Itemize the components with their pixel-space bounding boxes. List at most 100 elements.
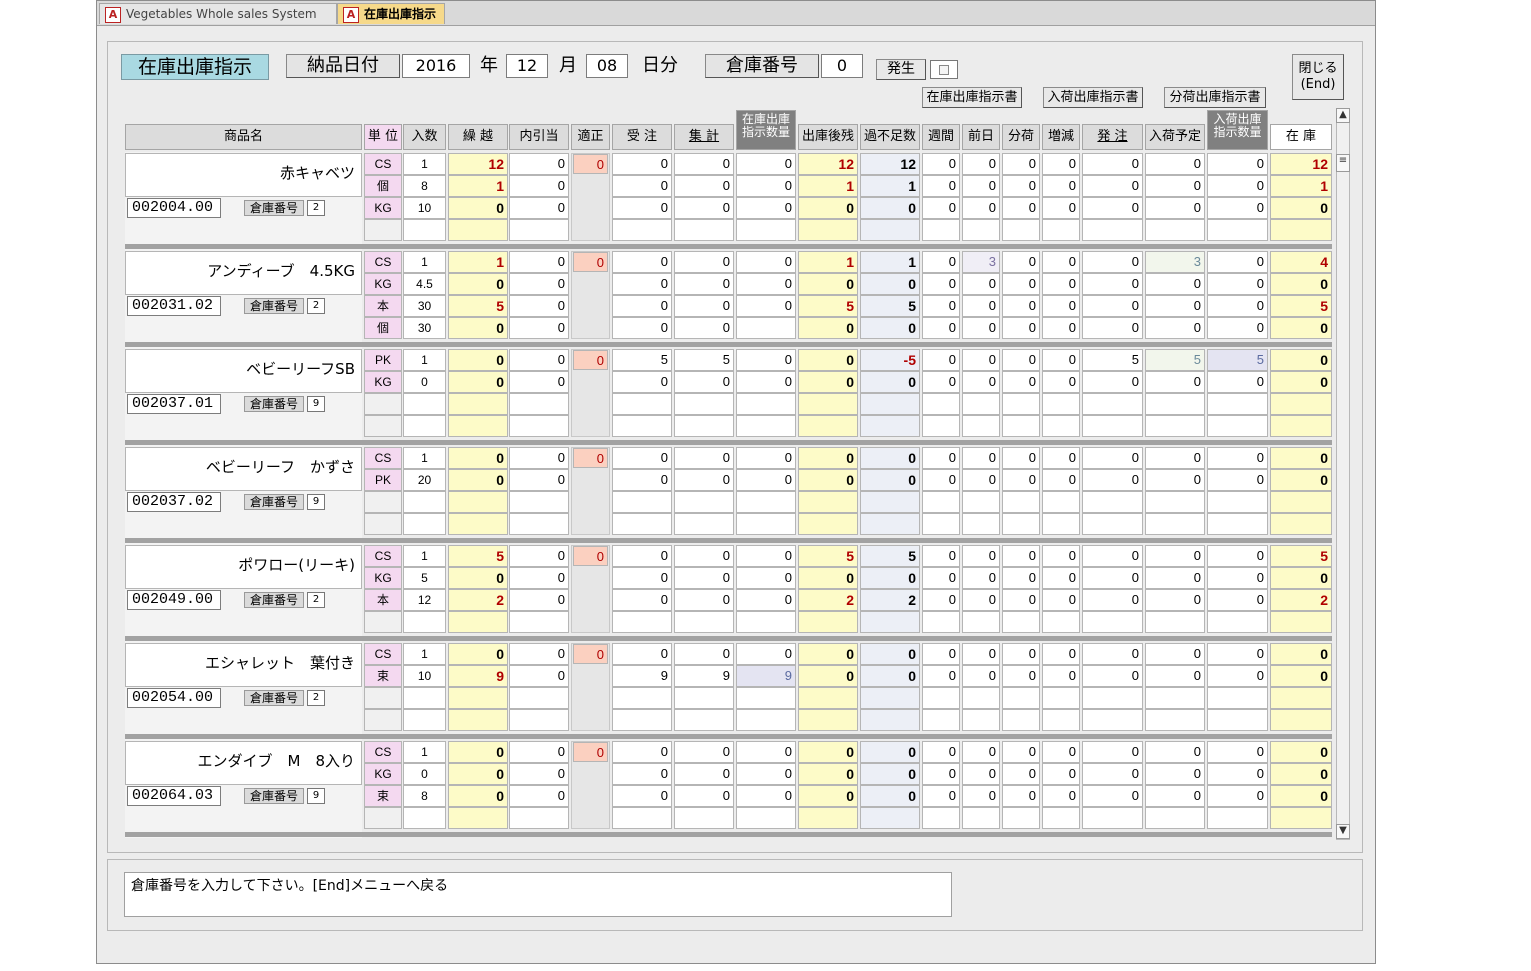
scroll-thumb[interactable]: ≡: [1336, 154, 1350, 172]
cell-hat[interactable]: 5: [1082, 349, 1143, 371]
cell-zshiji[interactable]: 0: [736, 371, 796, 393]
cell-zo[interactable]: 0: [1042, 295, 1080, 317]
cell-kafu[interactable]: 0: [860, 469, 920, 491]
cell-shukei[interactable]: 0: [674, 469, 734, 491]
cell-yot[interactable]: 3: [1145, 251, 1205, 273]
cell-juchu[interactable]: 9: [612, 665, 672, 687]
cell-nshiji[interactable]: 0: [1207, 545, 1268, 567]
cell-zan[interactable]: 0: [798, 567, 858, 589]
cell-hat[interactable]: 0: [1082, 197, 1143, 219]
product-code-input[interactable]: 002049.00: [127, 590, 221, 610]
cell-juchu[interactable]: 0: [612, 197, 672, 219]
cell-zan[interactable]: 0: [798, 273, 858, 295]
cell-hat[interactable]: 0: [1082, 175, 1143, 197]
cell-yot[interactable]: 0: [1145, 371, 1205, 393]
cell-nshiji[interactable]: 0: [1207, 643, 1268, 665]
cell-teki[interactable]: 0: [573, 546, 608, 566]
cell-zen[interactable]: 0: [962, 741, 1000, 763]
cell-bun[interactable]: 0: [1002, 371, 1040, 393]
cell-yot[interactable]: 0: [1145, 273, 1205, 295]
cell-uchi[interactable]: 0: [509, 665, 569, 687]
cell-teki[interactable]: 0: [573, 350, 608, 370]
cell-nshiji[interactable]: 0: [1207, 785, 1268, 807]
cell-nshiji[interactable]: 0: [1207, 567, 1268, 589]
cell-kafu[interactable]: 0: [860, 785, 920, 807]
cell-uchi[interactable]: 0: [509, 197, 569, 219]
cell-kafu[interactable]: 5: [860, 295, 920, 317]
product-code-input[interactable]: 002064.03: [127, 786, 221, 806]
cell-hat[interactable]: 0: [1082, 469, 1143, 491]
cell-bun[interactable]: 0: [1002, 197, 1040, 219]
cell-shu[interactable]: 0: [922, 665, 960, 687]
cell-juchu[interactable]: 0: [612, 545, 672, 567]
cell-uchi[interactable]: 0: [509, 545, 569, 567]
cell-hat[interactable]: 0: [1082, 567, 1143, 589]
cell-zen[interactable]: 0: [962, 371, 1000, 393]
cell-shu[interactable]: 0: [922, 175, 960, 197]
cell-zshiji[interactable]: 0: [736, 197, 796, 219]
cell-uchi[interactable]: 0: [509, 589, 569, 611]
cell-kafu[interactable]: 1: [860, 251, 920, 273]
cell-zan[interactable]: 0: [798, 665, 858, 687]
cell-zen[interactable]: 0: [962, 295, 1000, 317]
cell-zen[interactable]: 0: [962, 763, 1000, 785]
cell-nshiji[interactable]: 0: [1207, 153, 1268, 175]
cell-yot[interactable]: 0: [1145, 447, 1205, 469]
cell-shukei[interactable]: 0: [674, 175, 734, 197]
cell-nshiji[interactable]: 0: [1207, 371, 1268, 393]
cell-kuri[interactable]: 0: [448, 785, 508, 807]
cell-zan[interactable]: 0: [798, 763, 858, 785]
scroll-up-button[interactable]: ▲: [1336, 108, 1350, 123]
cell-zshiji[interactable]: 0: [736, 251, 796, 273]
cell-shukei[interactable]: 0: [674, 447, 734, 469]
cell-zan[interactable]: 5: [798, 545, 858, 567]
cell-zen[interactable]: 0: [962, 643, 1000, 665]
cell-zo[interactable]: 0: [1042, 567, 1080, 589]
cell-bun[interactable]: 0: [1002, 175, 1040, 197]
cell-zshiji[interactable]: 0: [736, 643, 796, 665]
cell-teki[interactable]: 0: [573, 448, 608, 468]
cell-hat[interactable]: 0: [1082, 763, 1143, 785]
cell-shu[interactable]: 0: [922, 785, 960, 807]
cell-zshiji[interactable]: 0: [736, 763, 796, 785]
cell-shukei[interactable]: 0: [674, 545, 734, 567]
cell-shu[interactable]: 0: [922, 589, 960, 611]
cell-zen[interactable]: 0: [962, 785, 1000, 807]
cell-nshiji[interactable]: 0: [1207, 741, 1268, 763]
cell-nshiji[interactable]: 5: [1207, 349, 1268, 371]
cell-zan[interactable]: 0: [798, 741, 858, 763]
cell-zo[interactable]: 0: [1042, 545, 1080, 567]
cell-nshiji[interactable]: 0: [1207, 447, 1268, 469]
cell-uchi[interactable]: 0: [509, 273, 569, 295]
cell-zshiji[interactable]: 0: [736, 785, 796, 807]
cell-zshiji[interactable]: 0: [736, 175, 796, 197]
cell-yot[interactable]: 0: [1145, 197, 1205, 219]
cell-uchi[interactable]: 0: [509, 153, 569, 175]
cell-zo[interactable]: 0: [1042, 317, 1080, 339]
cell-juchu[interactable]: 0: [612, 175, 672, 197]
cell-hat[interactable]: 0: [1082, 371, 1143, 393]
warehouse-no-value[interactable]: 2: [307, 592, 325, 608]
cell-yot[interactable]: 5: [1145, 349, 1205, 371]
cell-teki[interactable]: 0: [573, 742, 608, 762]
cell-uchi[interactable]: 0: [509, 349, 569, 371]
cell-kafu[interactable]: 0: [860, 273, 920, 295]
cell-shukei[interactable]: 0: [674, 567, 734, 589]
cell-shu[interactable]: 0: [922, 251, 960, 273]
cell-yot[interactable]: 0: [1145, 545, 1205, 567]
cell-zo[interactable]: 0: [1042, 273, 1080, 295]
cell-zaiko[interactable]: 5: [1270, 295, 1332, 317]
cell-hat[interactable]: 0: [1082, 447, 1143, 469]
cell-zaiko[interactable]: 0: [1270, 665, 1332, 687]
cell-shu[interactable]: 0: [922, 349, 960, 371]
cell-kuri[interactable]: 0: [448, 273, 508, 295]
cell-shukei[interactable]: 0: [674, 295, 734, 317]
cell-yot[interactable]: 0: [1145, 589, 1205, 611]
cell-yot[interactable]: 0: [1145, 153, 1205, 175]
cell-zshiji[interactable]: 0: [736, 545, 796, 567]
cell-hat[interactable]: 0: [1082, 785, 1143, 807]
cell-shu[interactable]: 0: [922, 741, 960, 763]
warehouse-no-value[interactable]: 2: [307, 690, 325, 706]
cell-bun[interactable]: 0: [1002, 643, 1040, 665]
cell-yot[interactable]: 0: [1145, 785, 1205, 807]
